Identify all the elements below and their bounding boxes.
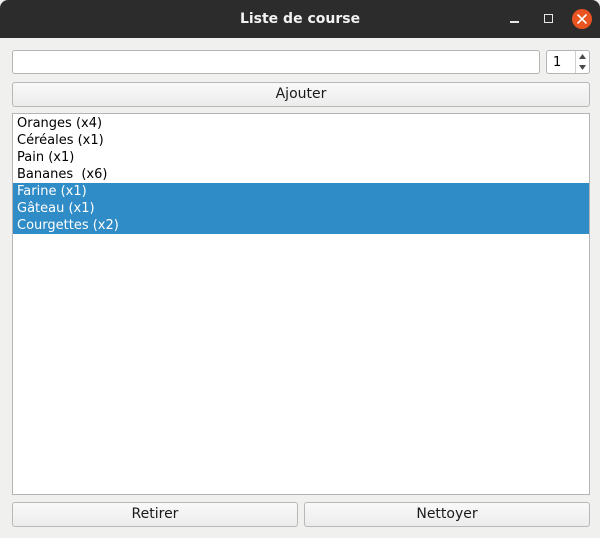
- list-item[interactable]: Courgettes (x2): [13, 217, 589, 234]
- maximize-icon: [544, 14, 553, 23]
- shopping-list[interactable]: Oranges (x4) Céréales (x1) Pain (x1) Ban…: [12, 113, 590, 495]
- list-item[interactable]: Bananes (x6): [13, 166, 589, 183]
- arrow-up-icon: [579, 54, 586, 59]
- list-item[interactable]: Oranges (x4): [13, 115, 589, 132]
- list-item[interactable]: Pain (x1): [13, 149, 589, 166]
- quantity-value: 1: [553, 55, 562, 70]
- close-button[interactable]: [572, 9, 592, 29]
- spin-buttons: [575, 51, 589, 73]
- arrow-down-icon: [579, 65, 586, 70]
- clear-button[interactable]: Nettoyer: [304, 502, 590, 527]
- minimize-button[interactable]: [504, 9, 524, 29]
- quantity-spinbox[interactable]: 1: [546, 50, 590, 74]
- remove-button[interactable]: Retirer: [12, 502, 298, 527]
- close-icon: [577, 14, 587, 24]
- add-button[interactable]: Ajouter: [12, 82, 590, 107]
- spin-up-button[interactable]: [576, 51, 589, 62]
- main-panel: 1 Ajouter Oranges (x4) Céréales (x1) Pai…: [0, 38, 600, 538]
- title-bar[interactable]: Liste de course: [0, 0, 600, 38]
- minimize-icon: [510, 21, 519, 23]
- item-name-input[interactable]: [12, 50, 540, 74]
- list-item[interactable]: Céréales (x1): [13, 132, 589, 149]
- spin-down-button[interactable]: [576, 62, 589, 73]
- list-item[interactable]: Farine (x1): [13, 183, 589, 200]
- list-item[interactable]: Gâteau (x1): [13, 200, 589, 217]
- maximize-button[interactable]: [538, 9, 558, 29]
